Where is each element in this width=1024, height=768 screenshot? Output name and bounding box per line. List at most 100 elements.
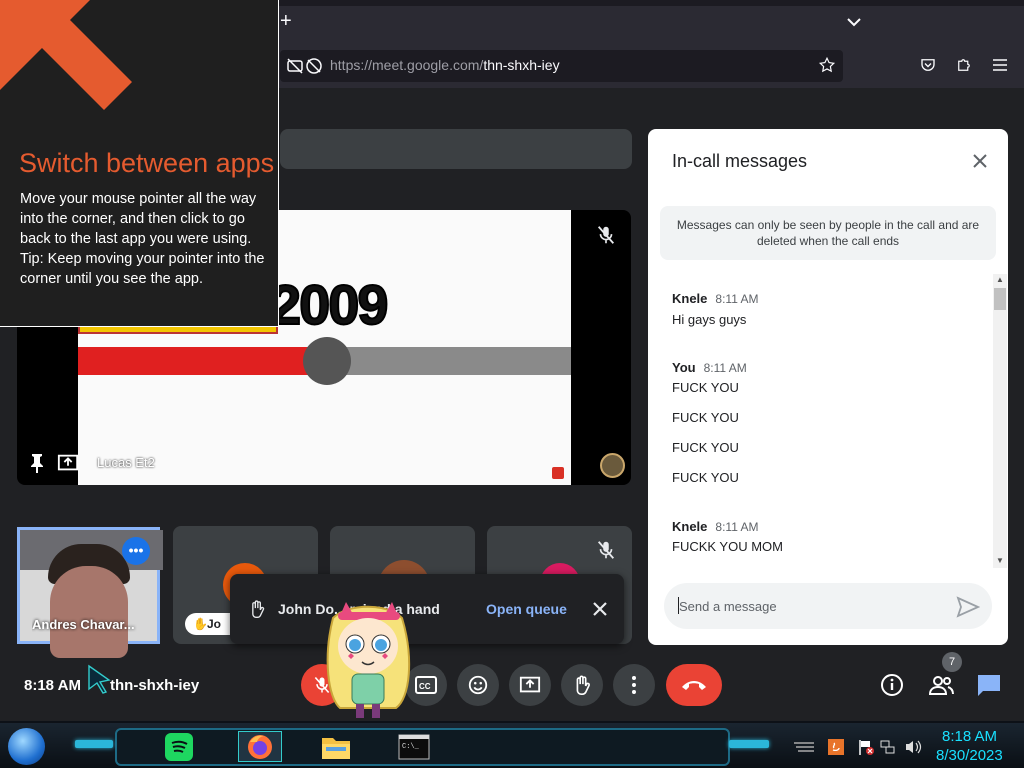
meet-top-banner [280, 129, 632, 169]
taskbar-decoration [729, 740, 769, 748]
chat-icon [978, 675, 1000, 696]
list-all-tabs-button[interactable] [842, 10, 866, 34]
chevron-down-icon [847, 18, 861, 27]
message-text: FUCKK YOU MOM [672, 539, 783, 554]
presentation-icon[interactable] [57, 452, 79, 474]
participant-name: Jo [207, 617, 222, 631]
message-sender: Knele [672, 291, 708, 306]
present-screen-icon [519, 676, 541, 693]
svg-text:CC: CC [419, 682, 431, 691]
tip-hint: Tip: Keep moving your pointer into the c… [20, 251, 265, 287]
info-icon [881, 674, 903, 696]
message-text: FUCK YOU [672, 410, 739, 425]
raise-hand-icon [576, 675, 590, 695]
meeting-clock: 8:18 AM [24, 677, 81, 694]
url-path: thn-shxh-iey [483, 57, 560, 73]
tip-body: Move your mouse pointer all the way into… [20, 189, 270, 289]
closed-captions-icon: CC [415, 676, 437, 694]
raise-hand-button[interactable] [561, 664, 603, 706]
close-icon[interactable] [590, 599, 610, 619]
star-butterfly-sticker [318, 598, 418, 720]
new-tab-button[interactable]: + [280, 10, 300, 34]
show-hidden-icons-icon[interactable] [792, 740, 816, 754]
close-icon[interactable] [969, 150, 991, 172]
main-tile-name: Lucas Et2 [97, 455, 155, 470]
participant-avatar [600, 453, 625, 478]
taskbar-spotify[interactable] [162, 731, 196, 762]
chat-message-list: Knele 8:11 AM Hi gays guys You 8:11 AM FUC… [660, 274, 1008, 570]
present-now-button[interactable] [509, 664, 551, 706]
message-group: Knele 8:11 AM [672, 290, 759, 308]
firefox-icon [248, 734, 272, 759]
people-icon [928, 676, 954, 695]
meeting-code: thn-shxh-iey [110, 677, 200, 694]
more-options-button[interactable]: ••• [122, 537, 150, 565]
tip-title: Switch between apps [19, 148, 275, 178]
terminal-icon: C:\_ [398, 734, 430, 759]
leave-call-button[interactable] [666, 664, 722, 706]
taskbar-decoration [75, 740, 113, 748]
taskbar-file-explorer[interactable] [319, 731, 353, 762]
send-icon[interactable] [956, 596, 981, 618]
hamburger-menu-icon[interactable] [989, 54, 1011, 76]
tip-instruction: Move your mouse pointer all the way into… [20, 191, 257, 247]
video-progress-knob [303, 337, 351, 385]
url-text[interactable]: https://meet.google.com/thn-shxh-iey [330, 57, 560, 75]
scroll-up-arrow-icon[interactable]: ▲ [996, 275, 1004, 284]
scroll-down-arrow-icon[interactable]: ▼ [996, 556, 1004, 565]
microphone-blocked-icon[interactable] [303, 55, 325, 77]
network-icon[interactable] [880, 739, 896, 755]
message-time: 8:11 AM [703, 361, 747, 375]
message-text: Hi gays guys [672, 312, 747, 327]
message-time: 8:11 AM [715, 292, 759, 306]
chat-with-everyone-button[interactable] [976, 673, 1002, 697]
meeting-details-button[interactable] [880, 673, 904, 697]
spotify-icon [165, 732, 193, 761]
video-progress-remaining [326, 347, 571, 375]
java-update-icon[interactable] [828, 739, 844, 755]
emoji-icon [468, 675, 488, 695]
panel-title: In-call messages [672, 151, 808, 171]
svg-text:C:\_: C:\_ [402, 743, 420, 751]
raise-hand-icon [247, 598, 267, 620]
mic-muted-icon [595, 539, 617, 561]
video-progress-played [78, 347, 326, 375]
message-group: Knele 8:11 AM [672, 518, 759, 536]
bookmark-star-icon[interactable] [816, 54, 838, 76]
video-year-text: 2009 [269, 272, 390, 337]
message-text: FUCK YOU [672, 470, 739, 485]
message-sender: Knele [672, 519, 708, 534]
start-button[interactable] [8, 728, 45, 765]
participants-count-badge: 7 [942, 652, 962, 672]
volume-icon[interactable] [904, 739, 922, 755]
taskbar-firefox[interactable] [238, 731, 282, 762]
pin-icon[interactable] [28, 453, 46, 473]
open-queue-button[interactable]: Open queue [486, 601, 567, 617]
taskbar-command-prompt[interactable]: C:\_ [394, 731, 434, 762]
folder-icon [322, 737, 350, 759]
message-group: You 8:11 AM [672, 359, 747, 377]
chat-scrollbar[interactable] [993, 274, 1007, 568]
taskbar-time[interactable]: 8:18 AM [942, 728, 997, 745]
taskbar-date[interactable]: 8/30/2023 [936, 747, 1003, 764]
mic-muted-icon [595, 224, 617, 246]
reactions-button[interactable] [457, 664, 499, 706]
message-sender: You [672, 360, 696, 375]
url-host: https://meet.google.com/ [330, 57, 484, 73]
flag-alert-icon[interactable] [858, 739, 874, 755]
chat-scrollbar-thumb[interactable] [994, 288, 1006, 310]
mouse-cursor-icon [87, 664, 111, 694]
vertical-dots-icon [632, 676, 636, 694]
pocket-icon[interactable] [917, 54, 939, 76]
message-text: FUCK YOU [672, 440, 739, 455]
video-watermark-badge [552, 467, 564, 479]
show-everyone-button[interactable] [927, 673, 955, 697]
message-input-placeholder: Send a message [679, 599, 777, 614]
hang-up-icon [682, 681, 706, 690]
participant-name: Andres Chavar... [32, 617, 135, 632]
chat-notice: Messages can only be seen by people in t… [660, 206, 996, 260]
message-time: 8:11 AM [715, 520, 759, 534]
hand-icon: ✋ [193, 617, 208, 631]
extensions-puzzle-icon[interactable] [953, 54, 975, 76]
more-options-button[interactable] [613, 664, 655, 706]
